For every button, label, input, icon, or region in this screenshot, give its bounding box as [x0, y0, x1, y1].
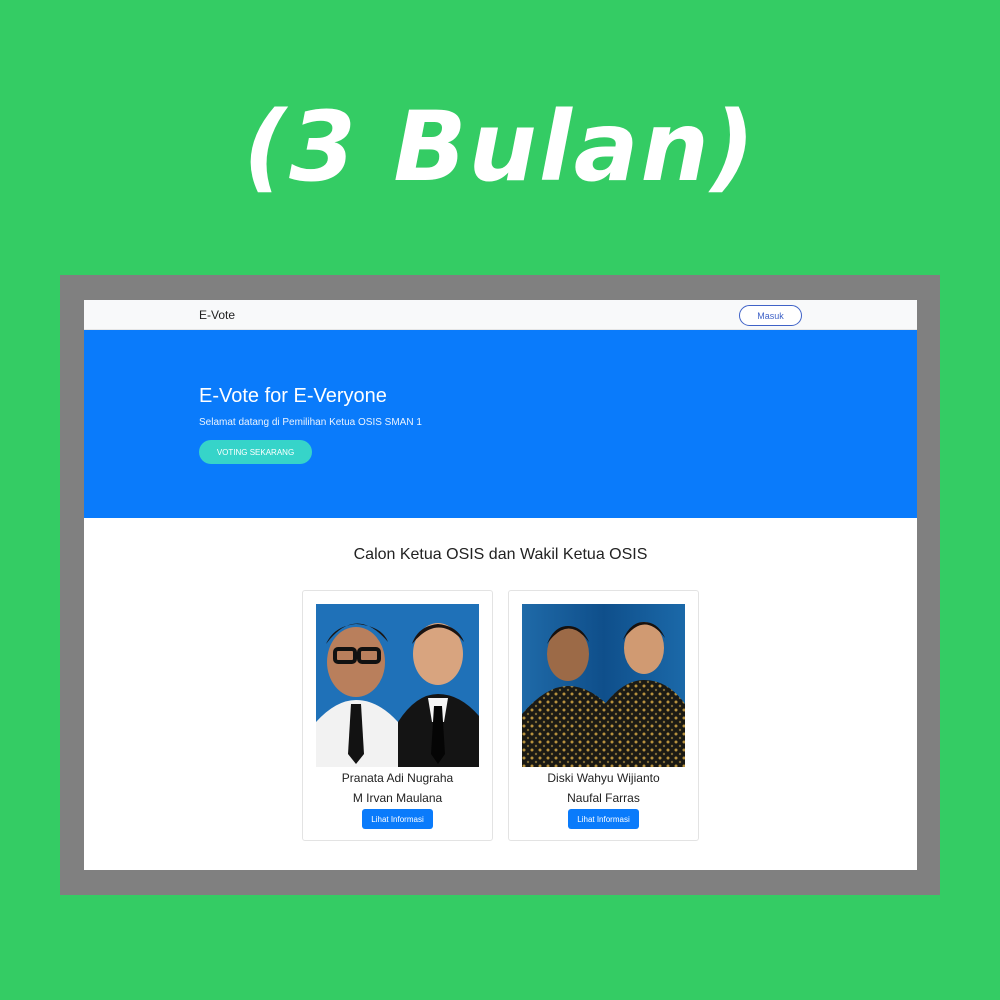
candidate-photo: [316, 604, 479, 767]
hero-subtitle: Selamat datang di Pemilihan Ketua OSIS S…: [199, 417, 422, 428]
hero-section: E-Vote for E-Veryone Selamat datang di P…: [84, 330, 917, 518]
view-info-button[interactable]: Lihat Informasi: [568, 809, 639, 829]
view-info-button[interactable]: Lihat Informasi: [362, 809, 433, 829]
candidate-card: Diski Wahyu Wijianto Naufal Farras Lihat…: [508, 590, 699, 841]
browser-viewport: E-Vote Masuk E-Vote for E-Veryone Selama…: [84, 300, 917, 870]
screenshot-frame: E-Vote Masuk E-Vote for E-Veryone Selama…: [60, 275, 940, 895]
candidate-ketua-name: Diski Wahyu Wijianto: [547, 771, 660, 785]
candidate-wakil-name: Naufal Farras: [567, 791, 640, 805]
navbar: E-Vote Masuk: [84, 300, 917, 330]
banner-headline: (3 Bulan): [243, 91, 757, 203]
navbar-brand[interactable]: E-Vote: [199, 308, 235, 322]
candidates-section-title: Calon Ketua OSIS dan Wakil Ketua OSIS: [353, 546, 648, 563]
vote-now-button[interactable]: VOTING SEKARANG: [199, 440, 312, 464]
hero-title: E-Vote for E-Veryone: [199, 385, 387, 407]
candidate-card: Pranata Adi Nugraha M Irvan Maulana Liha…: [302, 590, 493, 841]
candidate-wakil-name: M Irvan Maulana: [352, 791, 443, 805]
candidate-photo: [522, 604, 685, 767]
candidate-ketua-name: Pranata Adi Nugraha: [341, 771, 454, 785]
login-button[interactable]: Masuk: [739, 305, 802, 326]
